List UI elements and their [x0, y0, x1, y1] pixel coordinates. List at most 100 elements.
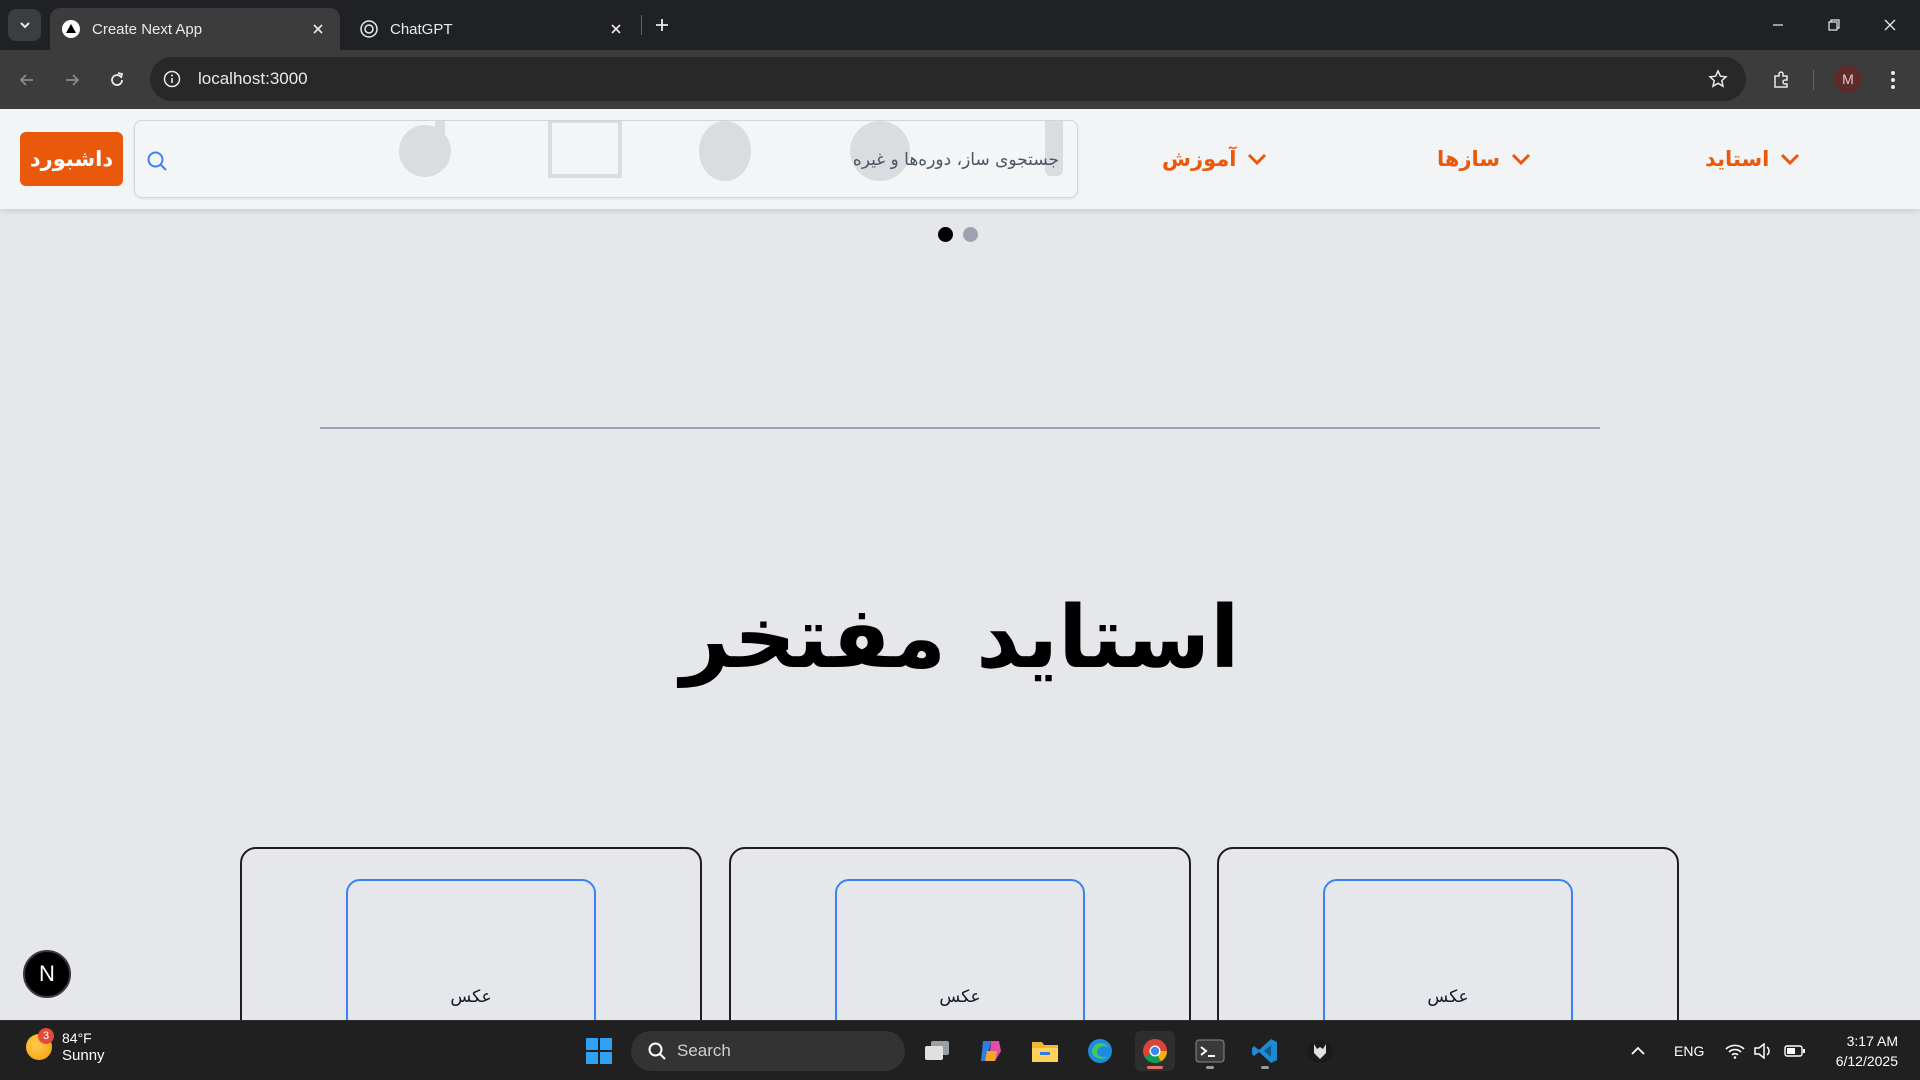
arrow-left-icon — [19, 74, 33, 86]
taskbar-search[interactable]: Search — [631, 1031, 905, 1071]
chevron-down-icon — [1779, 148, 1801, 170]
edge-icon — [1088, 1039, 1112, 1063]
browser-toolbar: localhost:3000 M — [0, 50, 1920, 109]
minimize-icon — [1773, 24, 1783, 26]
teacher-card[interactable]: عکس — [1217, 847, 1679, 1020]
file-explorer-button[interactable] — [1025, 1031, 1065, 1071]
carousel-dots — [938, 227, 978, 242]
copilot-button[interactable] — [971, 1031, 1011, 1071]
dashboard-button[interactable]: داشبورد — [20, 132, 123, 186]
restore-button[interactable] — [1806, 0, 1862, 50]
puzzle-icon — [1774, 71, 1788, 88]
nav-label: استاید — [1705, 147, 1770, 171]
section-title: استاید مفتخر — [680, 588, 1240, 688]
close-window-button[interactable] — [1862, 0, 1918, 50]
vscode-icon — [1252, 1039, 1277, 1063]
tab-search-button[interactable] — [8, 9, 41, 41]
web-page: داشبورد آموزش سازها — [0, 109, 1920, 1020]
clock-date: 6/12/2025 — [1835, 1053, 1898, 1069]
address-bar[interactable]: localhost:3000 — [150, 57, 1746, 101]
search-icon[interactable] — [145, 149, 169, 173]
openai-icon — [360, 20, 378, 38]
search-box[interactable] — [134, 120, 1078, 198]
extensions-button[interactable] — [1766, 65, 1796, 95]
folder-icon — [1032, 1042, 1058, 1062]
language-indicator[interactable]: ENG — [1674, 1021, 1704, 1080]
toolbar-divider — [1813, 70, 1814, 90]
notification-badge: 3 — [38, 1028, 54, 1044]
photo-label: عکس — [939, 987, 981, 1007]
profile-avatar[interactable]: M — [1834, 65, 1862, 93]
volume-icon[interactable] — [1753, 1021, 1773, 1080]
tab-separator — [641, 15, 642, 35]
running-indicator — [1206, 1066, 1214, 1069]
tab-title: Create Next App — [92, 20, 203, 38]
site-info-icon[interactable] — [160, 67, 184, 91]
carousel-dot[interactable] — [938, 227, 953, 242]
section-divider — [320, 427, 1600, 429]
system-clock[interactable]: 3:17 AM 6/12/2025 — [1818, 1031, 1898, 1071]
plus-icon — [656, 19, 668, 31]
clock-time: 3:17 AM — [1846, 1033, 1898, 1049]
running-indicator — [1147, 1066, 1163, 1069]
restore-icon — [1828, 19, 1840, 31]
task-view-button[interactable] — [917, 1031, 957, 1071]
tab-create-next-app[interactable]: Create Next App — [50, 8, 340, 50]
photo-label: عکس — [450, 987, 492, 1007]
tab-chatgpt[interactable]: ChatGPT — [348, 8, 638, 50]
close-tab-icon[interactable] — [308, 19, 328, 39]
chevron-up-icon — [1631, 1046, 1645, 1055]
chrome-button[interactable] — [1135, 1031, 1175, 1071]
search-input[interactable] — [181, 137, 1059, 183]
edge-button[interactable] — [1080, 1031, 1120, 1071]
nav-item-instruments[interactable]: سازها — [1437, 137, 1532, 181]
teacher-card[interactable]: عکس — [729, 847, 1191, 1020]
bookmark-star-icon[interactable] — [1706, 67, 1730, 91]
wolf-app-button[interactable] — [1300, 1031, 1340, 1071]
running-indicator — [1261, 1066, 1269, 1069]
terminal-button[interactable] — [1190, 1031, 1230, 1071]
teacher-card[interactable]: عکس — [240, 847, 702, 1020]
teacher-photo-placeholder: عکس — [346, 879, 596, 1020]
weather-temp: 84°F — [62, 1030, 92, 1046]
photo-label: عکس — [1427, 987, 1469, 1007]
arrow-right-icon — [66, 74, 80, 86]
windows-logo-icon — [586, 1038, 612, 1064]
carousel-dot[interactable] — [963, 227, 978, 242]
close-icon — [1884, 19, 1896, 31]
chevron-down-icon — [1510, 148, 1532, 170]
battery-icon[interactable] — [1784, 1021, 1806, 1080]
close-tab-icon[interactable] — [606, 19, 626, 39]
forward-button[interactable] — [57, 65, 87, 95]
site-header: داشبورد آموزش سازها — [0, 109, 1920, 209]
tray-overflow-button[interactable] — [1630, 1021, 1646, 1080]
nextjs-triangle-icon — [62, 20, 80, 38]
browser-tab-bar: Create Next App ChatGPT — [0, 0, 1920, 50]
chevron-down-icon — [1246, 148, 1268, 170]
minimize-button[interactable] — [1750, 0, 1806, 50]
start-button[interactable] — [579, 1031, 619, 1071]
terminal-icon — [1195, 1039, 1225, 1063]
chrome-icon — [1143, 1039, 1167, 1064]
reload-button[interactable] — [102, 65, 132, 95]
windows-taskbar: 3 84°F Sunny Search ENG 3:17 AM 6/12/202… — [0, 1020, 1920, 1080]
vscode-button[interactable] — [1245, 1031, 1285, 1071]
browser-menu-button[interactable] — [1878, 65, 1908, 95]
wifi-icon[interactable] — [1725, 1021, 1745, 1080]
task-view-icon — [925, 1041, 949, 1060]
reload-icon — [111, 72, 124, 86]
wolf-icon — [1308, 1039, 1332, 1063]
weather-widget[interactable]: 3 84°F Sunny — [26, 1028, 105, 1065]
tab-title: ChatGPT — [390, 20, 453, 38]
teacher-photo-placeholder: عکس — [1323, 879, 1573, 1020]
back-button[interactable] — [12, 65, 42, 95]
nav-item-teachers[interactable]: استاید — [1705, 137, 1801, 181]
nextjs-dev-badge[interactable]: N — [23, 950, 71, 998]
url-text: localhost:3000 — [198, 69, 308, 88]
nav-label: سازها — [1437, 147, 1501, 171]
more-vert-icon — [1891, 71, 1895, 89]
nav-label: آموزش — [1162, 147, 1237, 171]
nav-item-education[interactable]: آموزش — [1162, 137, 1268, 181]
weather-condition: Sunny — [62, 1047, 105, 1064]
new-tab-button[interactable] — [650, 13, 674, 37]
